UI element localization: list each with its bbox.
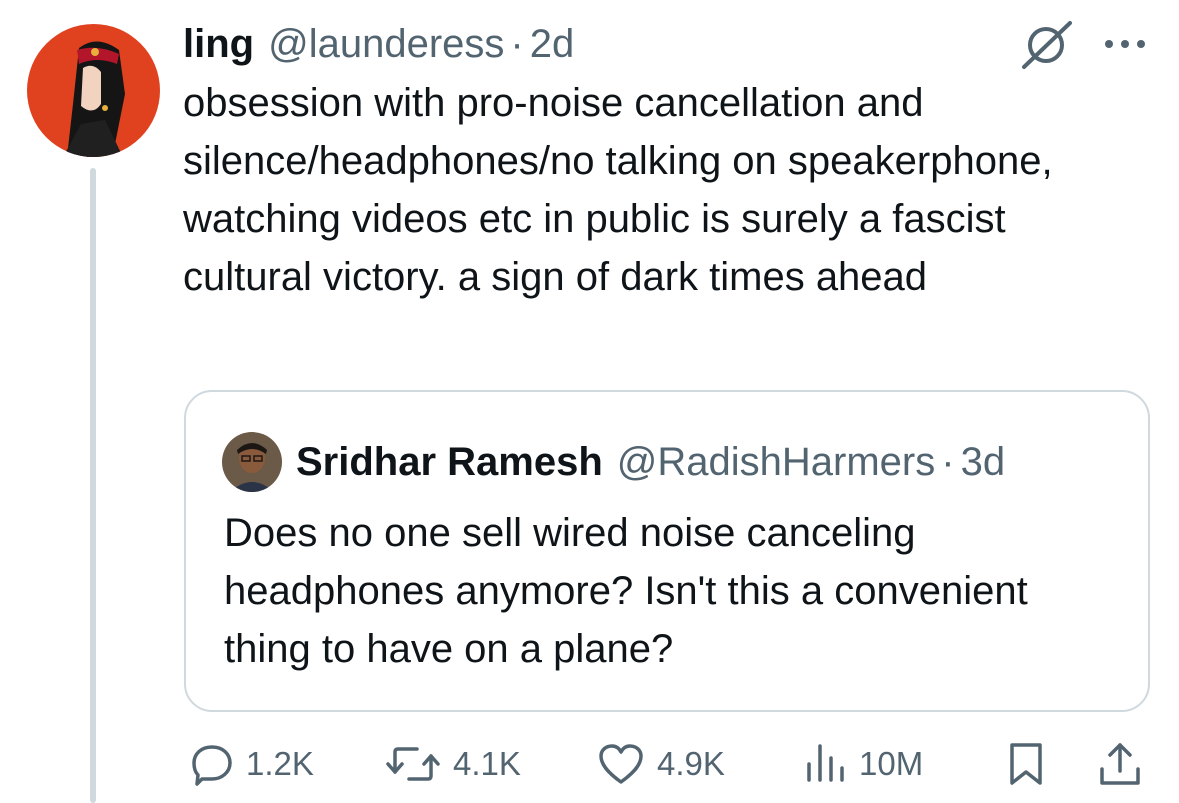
share-icon (1098, 741, 1142, 787)
quoted-timestamp[interactable]: 3d (961, 436, 1006, 488)
reply-button[interactable]: 1.2K (190, 740, 314, 788)
separator-dot: · (510, 22, 524, 66)
author-handle[interactable]: @launderess (268, 18, 504, 70)
tweet-header: ling @launderess · 2d (183, 18, 574, 70)
reply-count: 1.2K (246, 745, 314, 782)
thread-line (90, 168, 96, 803)
quoted-avatar[interactable] (222, 432, 282, 492)
tweet-timestamp[interactable]: 2d (530, 18, 575, 70)
repost-button[interactable]: 4.1K (385, 740, 521, 788)
quoted-tweet[interactable]: Sridhar Ramesh @RadishHarmers · 3d Does … (184, 390, 1150, 712)
views-button[interactable]: 10M (803, 740, 923, 788)
quoted-text: Does no one sell wired noise canceling h… (224, 511, 1028, 671)
repost-count: 4.1K (453, 745, 521, 782)
views-chart-icon (803, 742, 847, 786)
author-name[interactable]: ling (183, 18, 254, 70)
bookmark-button[interactable] (1006, 740, 1046, 788)
views-count: 10M (859, 745, 924, 782)
share-button[interactable] (1098, 740, 1142, 788)
tweet-text: obsession with pro-noise cancellation an… (183, 81, 1053, 299)
bookmark-icon (1006, 741, 1046, 787)
separator-dot: · (941, 440, 955, 484)
reply-icon (190, 742, 234, 786)
quoted-author-handle[interactable]: @RadishHarmers (617, 436, 935, 488)
grok-icon[interactable] (1018, 20, 1074, 70)
repost-icon (385, 742, 441, 786)
avatar[interactable] (27, 24, 160, 157)
heart-icon (597, 742, 645, 786)
more-icon[interactable] (1101, 36, 1149, 52)
like-button[interactable]: 4.9K (597, 740, 725, 788)
quoted-author-name[interactable]: Sridhar Ramesh (296, 436, 603, 488)
quoted-header: Sridhar Ramesh @RadishHarmers · 3d (296, 436, 1005, 488)
tweet-container: ling @launderess · 2d obsession with pro… (0, 0, 1179, 803)
like-count: 4.9K (657, 745, 725, 782)
